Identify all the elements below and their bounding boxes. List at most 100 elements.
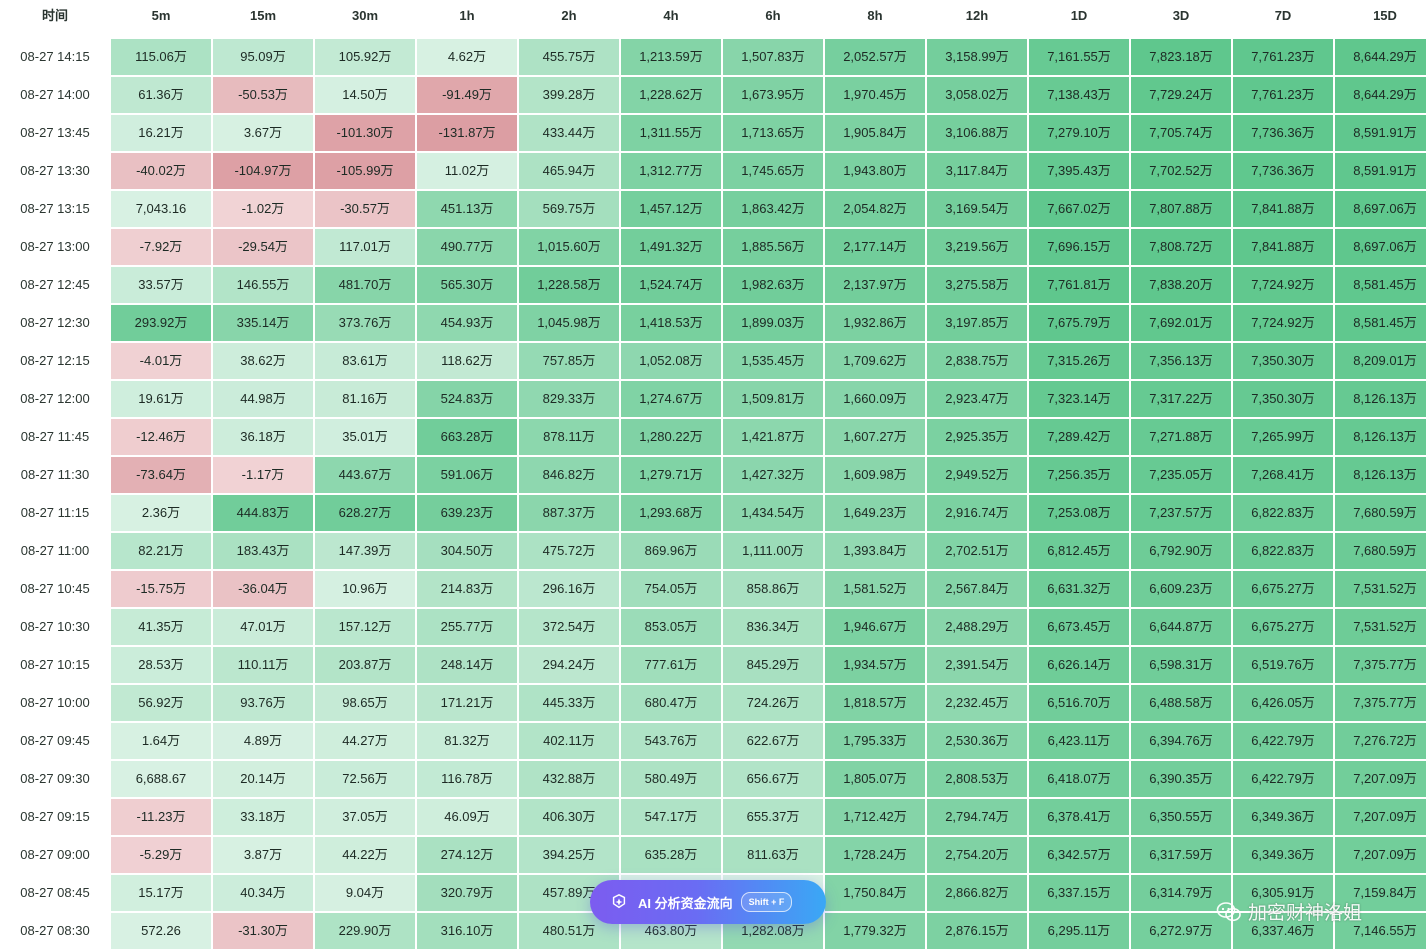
value-cell: 1,427.32万 xyxy=(722,456,824,494)
value-cell: 451.13万 xyxy=(416,190,518,228)
value-cell: 229.90万 xyxy=(314,912,416,950)
ai-analyze-button[interactable]: AI 分析资金流向 Shift + F xyxy=(590,880,826,924)
value-cell: 72.56万 xyxy=(314,760,416,798)
value-cell: 724.26万 xyxy=(722,684,824,722)
value-cell: 373.76万 xyxy=(314,304,416,342)
value-cell: 3.67万 xyxy=(212,114,314,152)
value-cell: 6,295.11万 xyxy=(1028,912,1130,950)
value-cell: 6,349.36万 xyxy=(1232,798,1334,836)
value-cell: -104.97万 xyxy=(212,152,314,190)
value-cell: 635.28万 xyxy=(620,836,722,874)
value-cell: 11.02万 xyxy=(416,152,518,190)
value-cell: 829.33万 xyxy=(518,380,620,418)
value-cell: 2,567.84万 xyxy=(926,570,1028,608)
value-cell: 8,697.06万 xyxy=(1334,190,1426,228)
time-cell: 08-27 10:00 xyxy=(0,684,110,722)
value-cell: 3.87万 xyxy=(212,836,314,874)
value-cell: 1,535.45万 xyxy=(722,342,824,380)
value-cell: 569.75万 xyxy=(518,190,620,228)
value-cell: 7,161.55万 xyxy=(1028,38,1130,76)
value-cell: 1,609.98万 xyxy=(824,456,926,494)
value-cell: 93.76万 xyxy=(212,684,314,722)
value-cell: 7,350.30万 xyxy=(1232,342,1334,380)
value-cell: -15.75万 xyxy=(110,570,212,608)
time-cell: 08-27 13:30 xyxy=(0,152,110,190)
value-cell: 171.21万 xyxy=(416,684,518,722)
value-cell: 19.61万 xyxy=(110,380,212,418)
value-cell: -105.99万 xyxy=(314,152,416,190)
value-cell: 44.27万 xyxy=(314,722,416,760)
value-cell: 56.92万 xyxy=(110,684,212,722)
value-cell: 6,822.83万 xyxy=(1232,494,1334,532)
value-cell: 1,818.57万 xyxy=(824,684,926,722)
value-cell: 2,530.36万 xyxy=(926,722,1028,760)
value-cell: 2,923.47万 xyxy=(926,380,1028,418)
value-cell: 33.18万 xyxy=(212,798,314,836)
value-cell: 1,228.58万 xyxy=(518,266,620,304)
value-cell: 1,795.33万 xyxy=(824,722,926,760)
time-cell: 08-27 13:15 xyxy=(0,190,110,228)
value-cell: 1,228.62万 xyxy=(620,76,722,114)
value-cell: 1,311.55万 xyxy=(620,114,722,152)
time-cell: 08-27 09:30 xyxy=(0,760,110,798)
value-cell: 40.34万 xyxy=(212,874,314,912)
value-cell: 2,137.97万 xyxy=(824,266,926,304)
value-cell: -11.23万 xyxy=(110,798,212,836)
value-cell: 7,724.92万 xyxy=(1232,266,1334,304)
time-cell: 08-27 11:45 xyxy=(0,418,110,456)
value-cell: 1,421.87万 xyxy=(722,418,824,456)
value-cell: 274.12万 xyxy=(416,836,518,874)
value-cell: 7,289.42万 xyxy=(1028,418,1130,456)
value-cell: 754.05万 xyxy=(620,570,722,608)
value-cell: -131.87万 xyxy=(416,114,518,152)
value-cell: 7,736.36万 xyxy=(1232,152,1334,190)
value-cell: 7,276.72万 xyxy=(1334,722,1426,760)
value-cell: 15.17万 xyxy=(110,874,212,912)
value-cell: -73.64万 xyxy=(110,456,212,494)
value-cell: -50.53万 xyxy=(212,76,314,114)
value-cell: 858.86万 xyxy=(722,570,824,608)
value-cell: 35.01万 xyxy=(314,418,416,456)
value-cell: 8,591.91万 xyxy=(1334,114,1426,152)
time-cell: 08-27 14:00 xyxy=(0,76,110,114)
value-cell: 1,393.84万 xyxy=(824,532,926,570)
value-cell: 7,808.72万 xyxy=(1130,228,1232,266)
value-cell: 1,507.83万 xyxy=(722,38,824,76)
value-cell: 83.61万 xyxy=(314,342,416,380)
value-cell: 1,745.65万 xyxy=(722,152,824,190)
fund-flow-table: 时间 5m 15m 30m 1h 2h 4h 6h 8h 12h 1D 3D 7D 15D 08-27 14… xyxy=(0,0,1426,950)
value-cell: 372.54万 xyxy=(518,608,620,646)
value-cell: 454.93万 xyxy=(416,304,518,342)
value-cell: 1,524.74万 xyxy=(620,266,722,304)
value-cell: 7,237.57万 xyxy=(1130,494,1232,532)
value-cell: 1,213.59万 xyxy=(620,38,722,76)
value-cell: 543.76万 xyxy=(620,722,722,760)
value-cell: 255.77万 xyxy=(416,608,518,646)
value-cell: 591.06万 xyxy=(416,456,518,494)
value-cell: 9.04万 xyxy=(314,874,416,912)
value-cell: 44.22万 xyxy=(314,836,416,874)
value-cell: 320.79万 xyxy=(416,874,518,912)
value-cell: 2,232.45万 xyxy=(926,684,1028,722)
value-cell: 7,696.15万 xyxy=(1028,228,1130,266)
column-header: 4h xyxy=(620,0,722,32)
time-cell: 08-27 09:00 xyxy=(0,836,110,874)
value-cell: 2,754.20万 xyxy=(926,836,1028,874)
value-cell: 1,293.68万 xyxy=(620,494,722,532)
column-header: 8h xyxy=(824,0,926,32)
wechat-icon xyxy=(1216,901,1241,921)
value-cell: 7,253.08万 xyxy=(1028,494,1130,532)
value-cell: 1,885.56万 xyxy=(722,228,824,266)
value-cell: 6,675.27万 xyxy=(1232,608,1334,646)
value-cell: 1,418.53万 xyxy=(620,304,722,342)
time-cell: 08-27 13:45 xyxy=(0,114,110,152)
value-cell: 7,729.24万 xyxy=(1130,76,1232,114)
value-cell: 46.09万 xyxy=(416,798,518,836)
value-cell: 7,350.30万 xyxy=(1232,380,1334,418)
value-cell: 7,692.01万 xyxy=(1130,304,1232,342)
value-cell: 7,761.81万 xyxy=(1028,266,1130,304)
value-cell: 98.65万 xyxy=(314,684,416,722)
value-cell: 444.83万 xyxy=(212,494,314,532)
value-cell: 316.10万 xyxy=(416,912,518,950)
value-cell: 7,531.52万 xyxy=(1334,608,1426,646)
